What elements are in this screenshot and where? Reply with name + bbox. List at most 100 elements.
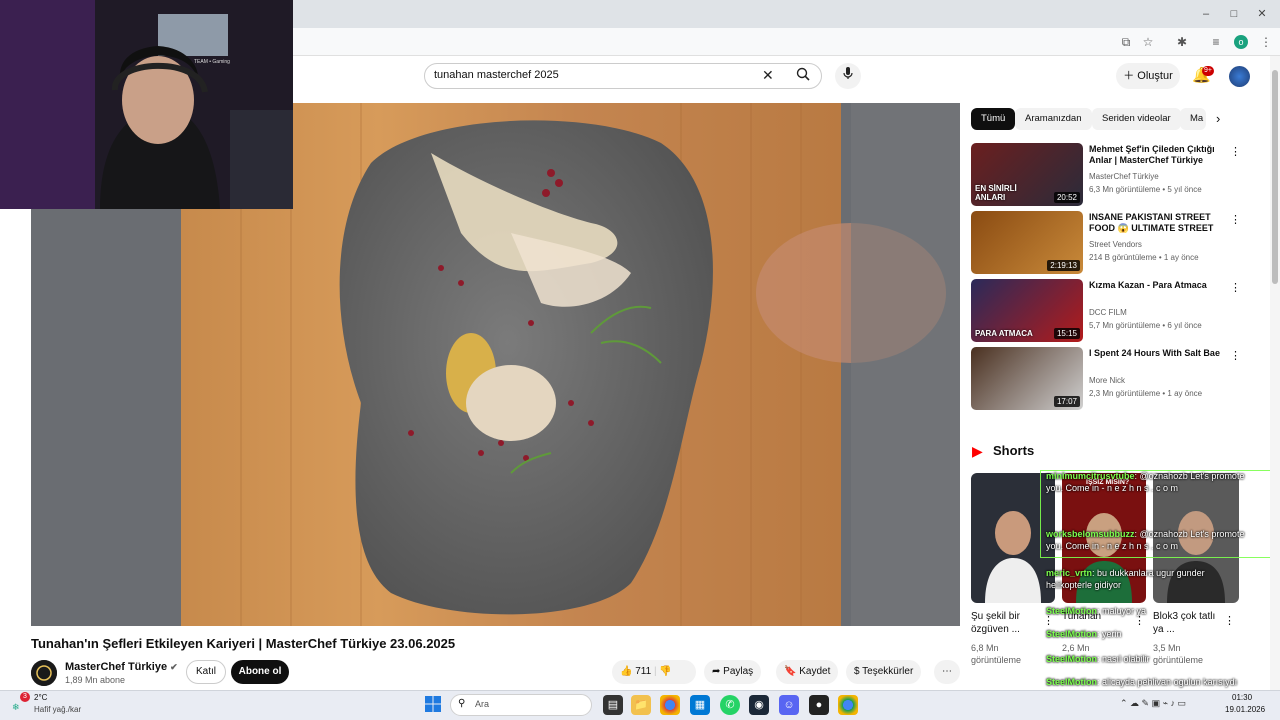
app-icon-dark[interactable]: ● xyxy=(809,695,829,715)
chat-text: maluyor ya xyxy=(1102,606,1147,616)
thumbnail-caption: PARA ATMACA xyxy=(975,329,1033,338)
bookmark-icon: 🔖 xyxy=(784,666,800,677)
profile-avatar[interactable]: o xyxy=(1234,35,1248,49)
maximize-button[interactable]: □ xyxy=(1224,6,1244,22)
webcam-overlay-text: TEAM • Gaming xyxy=(194,59,230,65)
share-button[interactable]: ➦ Paylaş xyxy=(704,660,762,684)
related-menu-icon[interactable]: ⋮ xyxy=(1230,213,1241,226)
thanks-icon: $ xyxy=(854,666,863,677)
clear-search-icon[interactable]: ✕ xyxy=(762,67,774,84)
taskbar-search-icon: ⚲ xyxy=(458,698,466,709)
chat-author: SteelMotion xyxy=(1046,606,1097,616)
share-label: Paylaş xyxy=(723,666,754,677)
related-meta: 6,3 Mn görüntüleme • 5 yıl önce xyxy=(1089,185,1202,194)
video-title: Tunahan'ın Şefleri Etkileyen Kariyeri | … xyxy=(31,636,456,651)
discord-icon[interactable]: ☺ xyxy=(779,695,799,715)
steam-icon[interactable]: ◉ xyxy=(749,695,769,715)
duration-badge: 15:15 xyxy=(1053,328,1080,339)
channel-name-text: MasterChef Türkiye xyxy=(65,661,168,673)
related-channel[interactable]: DCC FILM xyxy=(1089,308,1127,317)
thanks-button[interactable]: $ Teşekkürler xyxy=(846,660,922,684)
like-dislike-group[interactable]: 👍 711 | 👎 xyxy=(612,660,696,684)
weather-icon: ❄ xyxy=(12,702,20,712)
chip-from-search[interactable]: Aramanızdan xyxy=(1015,108,1092,130)
channel-avatar[interactable] xyxy=(31,660,57,686)
bookmark-star-icon[interactable]: ☆ xyxy=(1140,34,1156,50)
related-title[interactable]: Kızma Kazan - Para Atmaca xyxy=(1089,280,1221,291)
related-menu-icon[interactable]: ⋮ xyxy=(1230,281,1241,294)
chat-author: SteelMotion xyxy=(1046,654,1097,664)
reading-list-icon[interactable]: ≡ xyxy=(1208,34,1224,50)
duration-badge: 20:52 xyxy=(1053,192,1080,203)
shorts-logo-icon: ▶ xyxy=(972,443,983,459)
chevron-right-icon[interactable]: › xyxy=(1216,111,1220,126)
weather-temp[interactable]: 2°C xyxy=(34,693,47,702)
clock-date[interactable]: 19.01.2026 xyxy=(1225,705,1265,714)
whatsapp-icon[interactable]: ✆ xyxy=(720,695,740,715)
create-button[interactable]: ＋ Oluştur xyxy=(1116,63,1180,89)
join-button[interactable]: Katıl xyxy=(186,660,226,684)
chat-text: yerin xyxy=(1102,629,1122,639)
related-title[interactable]: INSANE PAKISTANI STREET FOOD 😱 ULTIMATE … xyxy=(1089,212,1221,234)
page-scrollbar-thumb[interactable] xyxy=(1272,70,1278,284)
chat-text: nasıl olabilir xyxy=(1102,654,1150,664)
taskbar-search-box[interactable] xyxy=(450,694,592,716)
microphone-icon[interactable] xyxy=(835,63,861,89)
file-explorer-icon[interactable]: 📁 xyxy=(631,695,651,715)
like-icon[interactable]: 👍 xyxy=(620,666,632,677)
extensions-icon[interactable]: ✱ xyxy=(1174,34,1190,50)
minimize-button[interactable]: ‒ xyxy=(1196,6,1216,22)
taskbar-search-placeholder[interactable]: Ara xyxy=(475,699,489,709)
save-button[interactable]: 🔖 Kaydet xyxy=(776,660,839,684)
subscribe-button[interactable]: Abone ol xyxy=(231,660,289,684)
related-channel[interactable]: More Nick xyxy=(1089,376,1125,385)
clock-time[interactable]: 01:30 xyxy=(1232,693,1252,702)
chrome-active-icon[interactable] xyxy=(838,695,858,715)
chip-all[interactable]: Tümü xyxy=(971,108,1016,130)
webcam-overlay: TEAM • Gaming xyxy=(0,0,293,209)
weather-badge: 3 xyxy=(20,692,30,702)
related-menu-icon[interactable]: ⋮ xyxy=(1230,145,1241,158)
create-label: Oluştur xyxy=(1137,70,1173,82)
chat-author: meric_vrtn xyxy=(1046,568,1093,578)
related-thumbnail[interactable]: 17:07 xyxy=(971,347,1083,410)
chip-from-series[interactable]: Seriden videolar xyxy=(1092,108,1181,130)
windows-start-icon[interactable] xyxy=(425,696,441,712)
related-channel[interactable]: Street Vendors xyxy=(1089,240,1142,249)
duration-badge: 17:07 xyxy=(1053,396,1080,407)
short-title-1[interactable]: Şu şekil bir özgüven ... xyxy=(971,610,1041,636)
like-count: 711 xyxy=(635,666,652,677)
thumbnail-caption: EN SİNİRLİ ANLARI xyxy=(975,184,1017,202)
related-thumbnail[interactable]: PARA ATMACA 15:15 xyxy=(971,279,1083,342)
close-window-button[interactable]: ✕ xyxy=(1252,6,1272,22)
dislike-icon[interactable]: 👎 xyxy=(659,666,671,677)
system-tray-icons[interactable]: ⌃ ☁ ✎ ▣ ⌁ ♪ ▭ xyxy=(1120,698,1186,709)
chat-message-5: SteelMotion: yerin xyxy=(1046,629,1122,639)
chat-text: alicayda pehlivan ogulun karısıydı xyxy=(1102,677,1238,687)
weather-desc[interactable]: Hafif yağ./kar xyxy=(34,705,81,714)
browser-menu-icon[interactable]: ⋮ xyxy=(1258,34,1274,50)
task-view-icon[interactable]: ▤ xyxy=(603,695,623,715)
store-icon[interactable]: ▦ xyxy=(690,695,710,715)
channel-name[interactable]: MasterChef Türkiye ✔ xyxy=(65,661,178,673)
chip-more[interactable]: Ma xyxy=(1180,108,1206,130)
share-icon: ➦ xyxy=(712,666,724,677)
related-channel[interactable]: MasterChef Türkiye xyxy=(1089,172,1159,181)
shorts-heading: Shorts xyxy=(993,443,1035,458)
search-icon[interactable] xyxy=(786,64,820,88)
account-avatar[interactable] xyxy=(1229,66,1250,87)
related-title[interactable]: I Spent 24 Hours With Salt Bae xyxy=(1089,348,1221,359)
chat-message-1: minimumcitrusvtube: @oznahozb Let's prom… xyxy=(1046,471,1245,493)
related-thumbnail[interactable]: EN SİNİRLİ ANLARI 20:52 xyxy=(971,143,1083,206)
related-title[interactable]: Mehmet Şef'in Çileden Çıktığı Anlar | Ma… xyxy=(1089,144,1221,166)
more-actions-button[interactable]: ⋯ xyxy=(934,660,960,684)
related-thumbnail[interactable]: 2:19:13 xyxy=(971,211,1083,274)
short-views-1: 6,8 Mn görüntüleme xyxy=(971,643,1022,665)
search-input[interactable]: tunahan masterchef 2025 xyxy=(434,69,559,81)
install-app-icon[interactable]: ⧉ xyxy=(1118,34,1134,50)
duration-badge: 2:19:13 xyxy=(1047,260,1080,271)
chrome-icon[interactable] xyxy=(660,695,680,715)
chat-message-2: worksbelomsubbuzz: @oznahozb Let's promo… xyxy=(1046,529,1245,551)
related-menu-icon[interactable]: ⋮ xyxy=(1230,349,1241,362)
chat-author: SteelMotion xyxy=(1046,629,1097,639)
